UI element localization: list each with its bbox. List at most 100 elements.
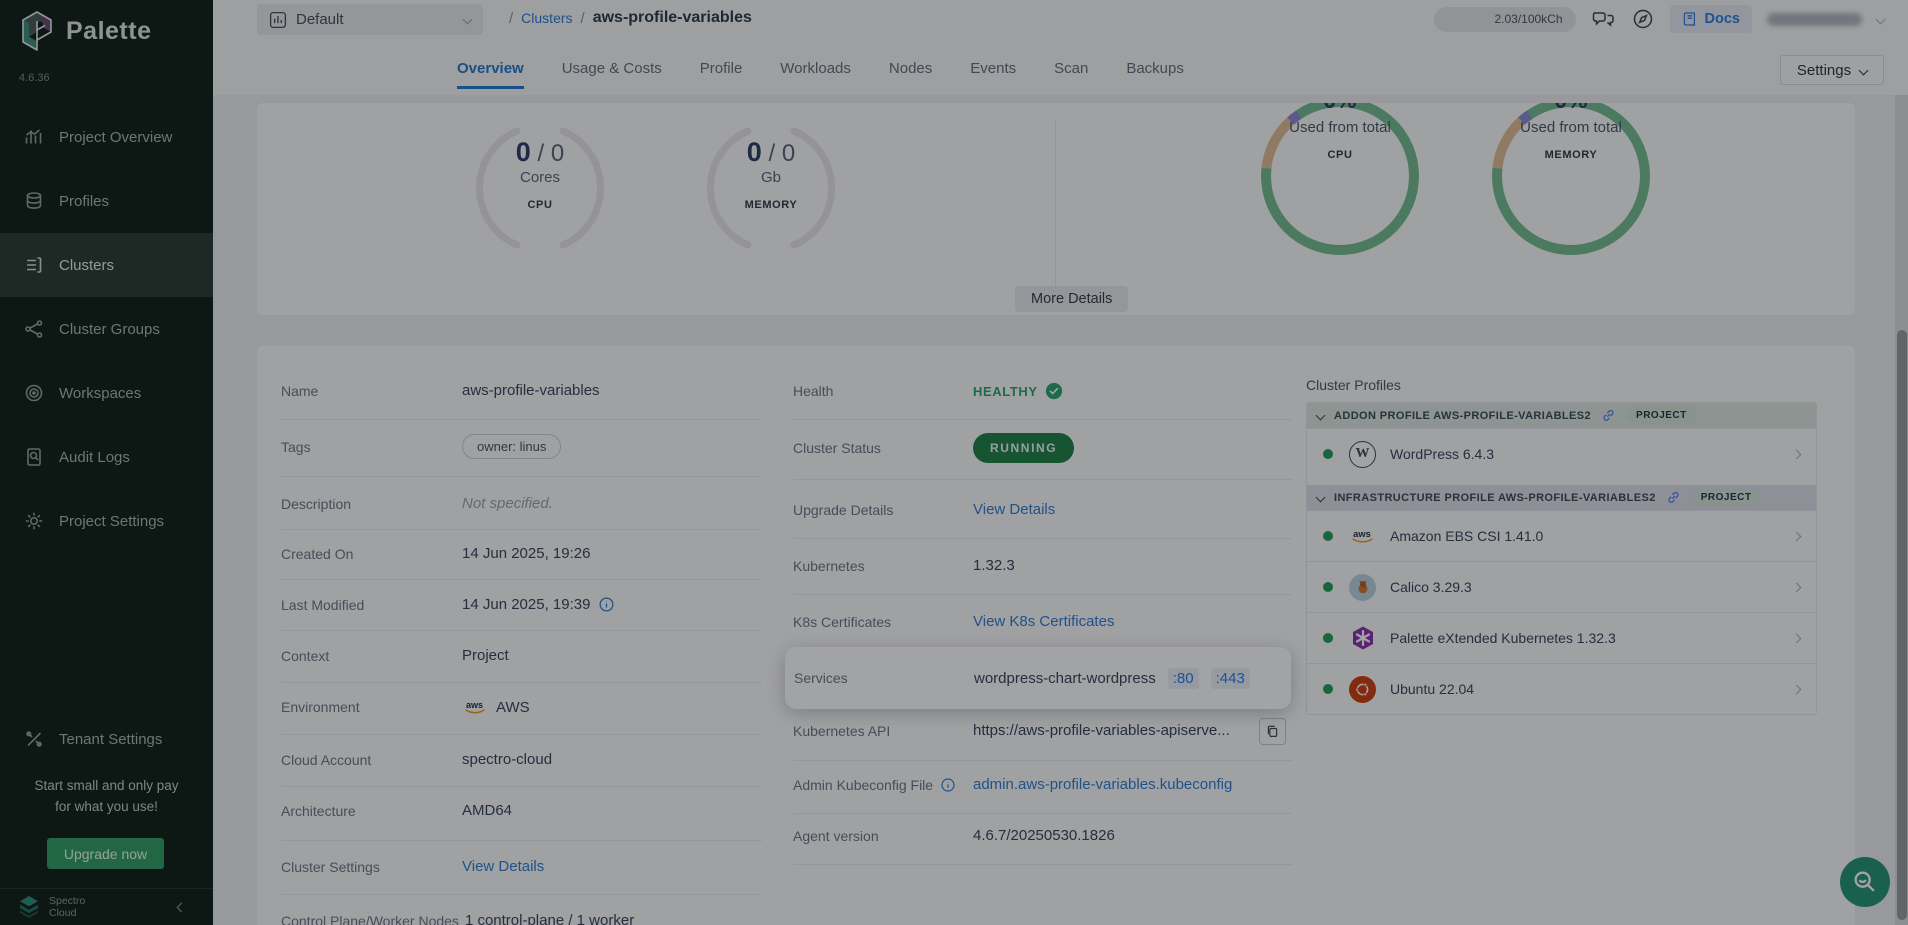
stats-divider (1055, 119, 1056, 299)
info-icon[interactable] (940, 777, 956, 793)
sidebar-item-tenant-settings[interactable]: Tenant Settings (0, 707, 213, 771)
profile-layer-calico[interactable]: Calico 3.29.3 (1307, 561, 1816, 612)
sidebar-collapse-icon[interactable] (177, 902, 187, 912)
tab-scan[interactable]: Scan (1054, 60, 1088, 89)
brand-line-1: Spectro (49, 895, 169, 907)
divider (281, 419, 762, 420)
cluster-profiles-title: Cluster Profiles (1306, 377, 1401, 393)
profile-layer-name: Ubuntu 22.04 (1390, 681, 1793, 697)
tab-workloads[interactable]: Workloads (780, 60, 851, 89)
description-value: Not specified. (462, 495, 553, 512)
environment-value: AWS (496, 699, 530, 716)
sidebar-item-label: Clusters (59, 257, 114, 274)
topbar: Default / Clusters / aws-profile-variabl… (213, 0, 1908, 95)
divider (793, 760, 1292, 761)
tab-events[interactable]: Events (970, 60, 1016, 89)
sidebar-item-cluster-groups[interactable]: Cluster Groups (0, 297, 213, 361)
calico-logo-icon (1349, 574, 1376, 601)
profile-layer-name: Palette eXtended Kubernetes 1.32.3 (1390, 630, 1793, 646)
tab-usage-costs[interactable]: Usage & Costs (562, 60, 662, 89)
memory-label: MEMORY (696, 199, 846, 211)
project-selector[interactable]: Default (257, 4, 483, 35)
nodes-label: Control Plane/Worker Nodes (281, 913, 459, 925)
copy-api-url-button[interactable] (1259, 718, 1286, 745)
divider (793, 538, 1292, 539)
sidebar-item-workspaces[interactable]: Workspaces (0, 361, 213, 425)
memory-usage-caption: Used from total (1492, 119, 1650, 136)
docs-button[interactable]: Docs (1670, 5, 1752, 33)
user-chevron-down-icon[interactable] (1876, 14, 1886, 24)
profile-layer-wordpress[interactable]: W WordPress 6.4.3 (1307, 428, 1816, 479)
name-row: Name aws-profile-variables (281, 382, 600, 399)
settings-dropdown-button[interactable]: Settings (1780, 55, 1884, 85)
sidebar-item-project-settings[interactable]: Project Settings (0, 489, 213, 553)
scrollbar-track[interactable] (1895, 95, 1908, 925)
brand-text: Spectro Cloud (49, 895, 169, 919)
sidebar-item-audit-logs[interactable]: Audit Logs (0, 425, 213, 489)
breadcrumb-clusters-link[interactable]: Clusters (521, 10, 572, 26)
topbar-actions: 2.03/100kCh Docs (1434, 5, 1884, 33)
cluster-settings-link[interactable]: View Details (462, 858, 544, 875)
profile-layer-ebs-csi[interactable]: aws Amazon EBS CSI 1.41.0 (1307, 510, 1816, 561)
cluster-status-row: Cluster Status RUNNING (793, 433, 1074, 463)
description-label: Description (281, 496, 462, 512)
gear-icon (24, 511, 44, 531)
tab-nodes[interactable]: Nodes (889, 60, 932, 89)
user-menu-blurred[interactable] (1767, 13, 1862, 26)
tab-backups[interactable]: Backups (1126, 60, 1184, 89)
profile-layer-ubuntu[interactable]: Ubuntu 22.04 (1307, 663, 1816, 714)
infrastructure-profile-name: INFRASTRUCTURE PROFILE AWS-PROFILE-VARIA… (1334, 492, 1656, 504)
upgrade-details-label: Upgrade Details (793, 502, 973, 518)
breadcrumb: / Clusters / aws-profile-variables (509, 9, 752, 27)
divider (793, 479, 1292, 480)
sidebar-item-profiles[interactable]: Profiles (0, 169, 213, 233)
health-value: HEALTHY (973, 384, 1038, 399)
service-port-80-link[interactable]: :80 (1168, 668, 1199, 689)
cpu-usage-caption: Used from total (1261, 119, 1419, 136)
sidebar-item-clusters[interactable]: Clusters (0, 233, 213, 297)
infrastructure-profile-header[interactable]: INFRASTRUCTURE PROFILE AWS-PROFILE-VARIA… (1307, 485, 1816, 510)
kubernetes-api-label: Kubernetes API (793, 723, 973, 739)
sidebar-item-label: Project Settings (59, 513, 164, 530)
brand-line-2: Cloud (49, 907, 169, 919)
chart-icon (24, 127, 44, 147)
memory-gauge: 0 / 0 Gb MEMORY (696, 113, 846, 263)
k8s-certificates-row: K8s Certificates View K8s Certificates (793, 613, 1114, 630)
list-icon (24, 255, 44, 275)
book-icon (1682, 11, 1698, 27)
upgrade-details-link[interactable]: View Details (973, 501, 1055, 518)
sidebar-nav: Project Overview Profiles Clusters Clust… (0, 105, 213, 553)
k8s-certificates-link[interactable]: View K8s Certificates (973, 613, 1114, 630)
support-widget-button[interactable] (1840, 857, 1890, 907)
compass-icon (1631, 7, 1655, 31)
tab-overview[interactable]: Overview (457, 60, 524, 89)
tab-profile[interactable]: Profile (700, 60, 743, 89)
chevron-down-icon (1316, 493, 1326, 503)
chat-button[interactable] (1591, 7, 1616, 31)
more-details-button[interactable]: More Details (1015, 286, 1128, 312)
profile-layer-name: WordPress 6.4.3 (1390, 446, 1793, 462)
addon-profile-header[interactable]: ADDON PROFILE AWS-PROFILE-VARIABLES2 PRO… (1307, 403, 1816, 428)
profile-layer-pxk[interactable]: Palette eXtended Kubernetes 1.32.3 (1307, 612, 1816, 663)
kubernetes-value: 1.32.3 (973, 557, 1015, 574)
last-modified-row: Last Modified 14 Jun 2025, 19:39 (281, 596, 615, 613)
info-icon[interactable] (598, 596, 615, 613)
context-row: Context Project (281, 647, 509, 664)
cluster-details-card: Name aws-profile-variables Tags owner: l… (257, 346, 1855, 925)
status-badge: RUNNING (973, 433, 1074, 463)
project-selector-value: Default (296, 11, 455, 28)
tag-badge: owner: linus (462, 434, 561, 459)
scrollbar-thumb[interactable] (1897, 330, 1907, 920)
sidebar-item-project-overview[interactable]: Project Overview (0, 105, 213, 169)
service-port-443-link[interactable]: :443 (1211, 668, 1250, 689)
upgrade-now-button[interactable]: Upgrade now (47, 838, 164, 869)
services-value: wordpress-chart-wordpress (974, 670, 1156, 687)
status-dot (1323, 633, 1333, 643)
kubeconfig-download-link[interactable]: admin.aws-profile-variables.kubeconfig (973, 776, 1232, 793)
cloud-account-label: Cloud Account (281, 752, 462, 768)
chevron-right-icon (1792, 531, 1802, 541)
sidebar-item-label: Profiles (59, 193, 109, 210)
memory-usage-percent: 0% (1492, 103, 1650, 114)
usage-credits-badge: 2.03/100kCh (1434, 7, 1576, 32)
explore-button[interactable] (1631, 7, 1655, 31)
